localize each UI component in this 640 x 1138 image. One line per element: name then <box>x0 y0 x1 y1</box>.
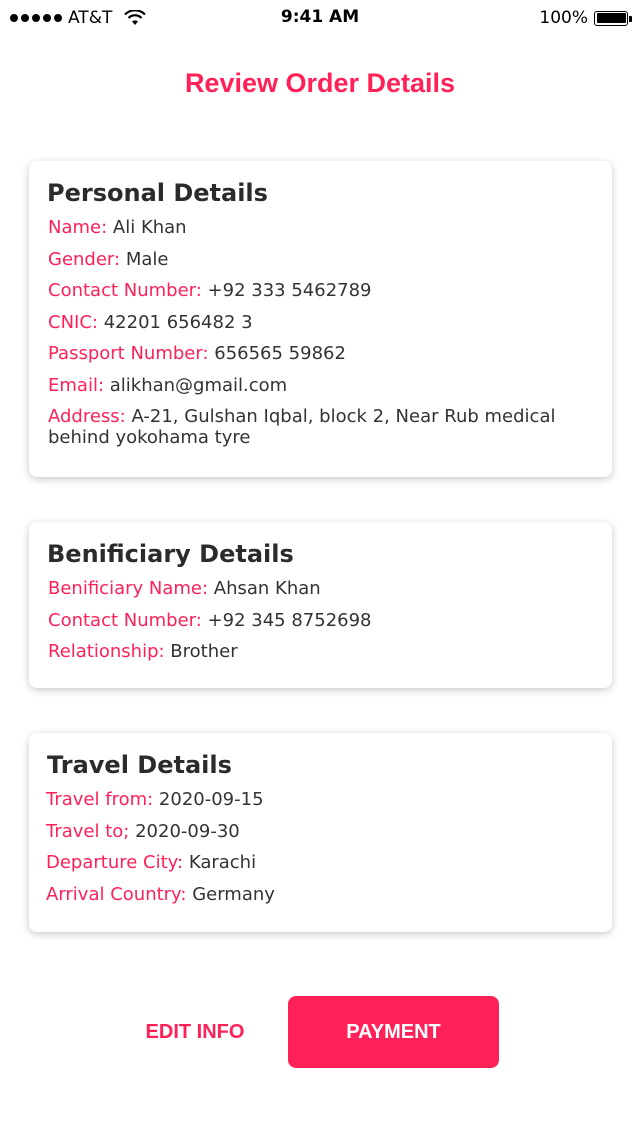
detail-value: +92 333 5462789 <box>207 280 372 301</box>
detail-label: Travel to; <box>46 820 130 842</box>
detail-row-gender: Gender: Male <box>47 249 594 270</box>
detail-value: 42201 656482 3 <box>103 311 253 333</box>
detail-label: Name: <box>48 217 108 238</box>
detail-row-passport-number: Passport Number: 656565 59862 <box>47 343 594 364</box>
detail-row-name: Name: Ali Khan <box>47 217 594 238</box>
status-bar-right: 100% <box>539 7 632 29</box>
detail-row-relationship: Relationship: Brother <box>47 641 594 662</box>
detail-label: Departure City: <box>46 852 184 873</box>
detail-value: 656565 59862 <box>214 343 346 364</box>
battery-percentage: 100% <box>539 8 588 28</box>
beneficiary-details-heading: Benificiary Details <box>47 540 294 568</box>
detail-row-beneficiary-contact: Contact Number: +92 345 8752698 <box>47 610 594 631</box>
detail-value: 2020-09-30 <box>135 820 240 842</box>
detail-label: Contact Number: <box>48 280 202 301</box>
travel-details-heading: Travel Details <box>47 751 232 779</box>
detail-label: Arrival Country: <box>46 883 187 905</box>
detail-row-beneficiary-name: Benificiary Name: Ahsan Khan <box>47 578 594 599</box>
detail-row-email: Email: alikhan@gmail.com <box>47 375 594 396</box>
detail-label: Gender: <box>48 248 121 270</box>
detail-label: Relationship: <box>48 641 165 662</box>
detail-label: CNIC: <box>48 311 98 333</box>
battery-icon <box>594 10 632 26</box>
detail-label: Passport Number: <box>48 343 209 364</box>
detail-label: Email: <box>48 374 105 396</box>
payment-button[interactable]: PAYMENT <box>288 996 499 1068</box>
detail-label: Contact Number: <box>48 609 202 631</box>
detail-value: alikhan@gmail.com <box>109 374 288 396</box>
detail-value: +92 345 8752698 <box>207 609 372 631</box>
detail-value: Ali Khan <box>112 217 187 238</box>
page-title: Review Order Details <box>184 68 456 98</box>
detail-value: Germany <box>192 883 275 905</box>
personal-details-card: Personal Details Name: Ali Khan Gender: … <box>29 161 612 477</box>
beneficiary-details-card: Benificiary Details Benificiary Name: Ah… <box>29 522 612 688</box>
detail-label: Address: <box>48 406 126 427</box>
edit-info-button[interactable]: EDIT INFO <box>122 996 268 1068</box>
travel-details-card: Travel Details Travel from: 2020-09-15 T… <box>29 733 612 932</box>
detail-row-arrival-country: Arrival Country: Germany <box>46 884 594 905</box>
detail-value: Brother <box>170 641 238 662</box>
detail-row-departure-city: Departure City: Karachi <box>46 852 594 873</box>
detail-value: Ahsan Khan <box>213 578 321 599</box>
detail-value: Karachi <box>188 852 257 873</box>
detail-row-cnic: CNIC: 42201 656482 3 <box>47 312 594 333</box>
detail-label: Travel from: <box>46 789 154 810</box>
personal-details-heading: Personal Details <box>47 179 268 207</box>
detail-label: Benificiary Name: <box>48 578 209 599</box>
detail-row-contact-number: Contact Number: +92 333 5462789 <box>47 280 594 301</box>
detail-row-address: Address: A-21, Gulshan Iqbal, block 2, N… <box>47 406 594 448</box>
detail-value: 2020-09-15 <box>158 789 264 810</box>
action-bar: EDIT INFO PAYMENT <box>0 996 640 1068</box>
detail-value: Male <box>125 248 169 270</box>
status-bar: AT&T 9:41 AM 100% <box>0 0 640 36</box>
detail-row-travel-to: Travel to; 2020-09-30 <box>46 821 594 842</box>
detail-row-travel-from: Travel from: 2020-09-15 <box>46 789 594 810</box>
